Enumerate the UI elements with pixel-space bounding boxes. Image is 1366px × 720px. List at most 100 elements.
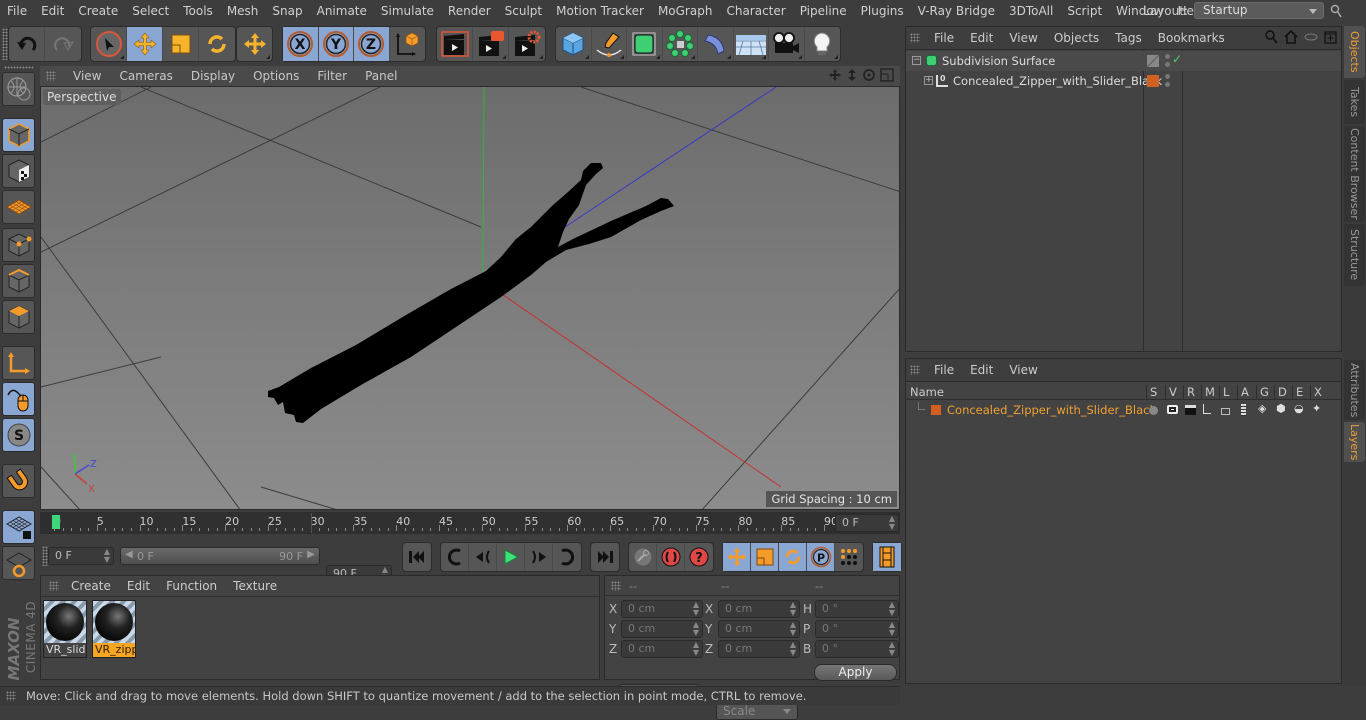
menu-character[interactable]: Character [719, 4, 792, 18]
expand-icon[interactable]: + [924, 76, 933, 85]
search-icon[interactable] [1330, 4, 1342, 18]
menu-edit[interactable]: Edit [34, 4, 71, 18]
z-axis-button[interactable]: Z [354, 27, 390, 61]
key-scale-button[interactable] [751, 543, 779, 571]
menu-create[interactable]: Create [71, 4, 125, 18]
layer-color-swatch[interactable] [931, 405, 941, 415]
material-menu-create[interactable]: Create [63, 579, 119, 593]
current-frame-spinner[interactable]: ▲ ▼ [889, 515, 895, 531]
coord-spinner[interactable]: ▲ ▼ [790, 601, 796, 617]
planar-workplane-button[interactable] [2, 546, 35, 580]
viewport-menu-display[interactable]: Display [182, 69, 244, 83]
rotate-view-icon[interactable] [862, 68, 876, 82]
coord-spinner[interactable]: ▲ ▼ [889, 641, 895, 657]
key-position-button[interactable] [723, 543, 751, 571]
object-tag-swatch[interactable] [1147, 55, 1159, 67]
add-deformer-button[interactable] [698, 27, 734, 61]
object-menu-objects[interactable]: Objects [1046, 31, 1107, 45]
snap-button[interactable]: S [2, 418, 35, 452]
coord-field[interactable]: 0 cm ▲ ▼ [621, 640, 703, 658]
material-menu-edit[interactable]: Edit [119, 579, 158, 593]
layer-column-l[interactable]: L [1219, 385, 1229, 399]
layer-column-m[interactable]: M [1201, 385, 1215, 399]
eye-filter-icon[interactable] [1304, 32, 1318, 42]
menu-plugins[interactable]: Plugins [854, 4, 911, 18]
viewport-menu-view[interactable]: View [64, 69, 110, 83]
menu-file[interactable]: File [0, 4, 34, 18]
coord-spinner[interactable]: ▲ ▼ [790, 641, 796, 657]
workplane-mode-button[interactable] [2, 190, 35, 224]
make-editable-button[interactable] [2, 72, 35, 106]
menu-motion-tracker[interactable]: Motion Tracker [549, 4, 651, 18]
viewport-menu-cameras[interactable]: Cameras [110, 69, 181, 83]
range-left-handle[interactable]: ◀ [125, 549, 133, 560]
layer-menu-view[interactable]: View [1001, 363, 1045, 377]
menu-animate[interactable]: Animate [310, 4, 374, 18]
editor-visibility-dot[interactable] [1165, 54, 1170, 59]
viewport-menu-panel[interactable]: Panel [356, 69, 406, 83]
menu-3dtoall[interactable]: 3DToAll [1002, 4, 1060, 18]
start-frame-spinner[interactable]: ▲ ▼ [104, 548, 110, 564]
render-icon[interactable] [1185, 405, 1196, 415]
live-selection-button[interactable] [91, 27, 127, 61]
object-grip[interactable] [910, 33, 920, 43]
generators-icon[interactable]: ◈ [1258, 402, 1266, 415]
object-row[interactable]: +0 Concealed_Zipper_with_Slider_Black [906, 71, 1341, 91]
material-menu-function[interactable]: Function [158, 579, 225, 593]
render-visibility-dot[interactable] [1165, 82, 1170, 87]
coord-spinner[interactable]: ▲ ▼ [693, 641, 699, 657]
coord-field[interactable]: 0 cm ▲ ▼ [718, 600, 800, 618]
coord-spinner[interactable]: ▲ ▼ [889, 621, 895, 637]
layer-column-e[interactable]: E [1292, 385, 1303, 399]
menu-mograph[interactable]: MoGraph [651, 4, 720, 18]
layout-dropdown[interactable]: Startup [1194, 2, 1324, 19]
menu-sculpt[interactable]: Sculpt [498, 4, 549, 18]
layer-row[interactable]: Concealed_Zipper_with_Slider_Black ◈ ⬢ ◒ ✦ [906, 402, 1341, 420]
coord-field[interactable]: 0 cm ▲ ▼ [718, 640, 800, 658]
object-tag-swatch[interactable] [1147, 75, 1159, 87]
timeline-window-button[interactable] [873, 543, 901, 571]
range-right-handle[interactable]: ▶ [307, 549, 315, 560]
lock-icon[interactable] [1221, 408, 1230, 415]
render-picture-viewer-button[interactable] [473, 27, 509, 61]
object-menu-edit[interactable]: Edit [962, 31, 1001, 45]
play-button[interactable] [497, 543, 525, 571]
menu-v-ray-bridge[interactable]: V-Ray Bridge [911, 4, 1002, 18]
collapse-icon[interactable]: − [912, 56, 921, 65]
coord-field[interactable]: 0 cm ▲ ▼ [621, 620, 703, 638]
render-view-button[interactable] [437, 27, 473, 61]
pan-view-icon[interactable] [828, 68, 842, 82]
status-grip[interactable] [6, 691, 16, 701]
solo-icon[interactable] [1149, 406, 1158, 415]
animation-icon[interactable] [1241, 404, 1246, 416]
motion-recording-button[interactable] [629, 543, 657, 571]
layer-column-v[interactable]: V [1165, 385, 1177, 399]
start-frame-field[interactable]: 0 F ▲ ▼ [48, 547, 114, 565]
layer-column-d[interactable]: D [1274, 385, 1287, 399]
enabled-check-icon[interactable]: ✓ [1172, 52, 1182, 66]
layer-name[interactable]: Concealed_Zipper_with_Slider_Black [947, 403, 1156, 417]
timeline-ruler[interactable]: 051015202530354045505560657075808590 0 F… [40, 512, 900, 534]
object-menu-file[interactable]: File [926, 31, 962, 45]
add-cube-button[interactable] [556, 27, 592, 61]
zoom-view-icon[interactable] [846, 68, 858, 82]
viewport-menu-filter[interactable]: Filter [308, 69, 356, 83]
side-tab-objects[interactable]: Objects [1344, 26, 1365, 78]
coord-spinner[interactable]: ▲ ▼ [889, 601, 895, 617]
object-name[interactable]: Subdivision Surface [942, 54, 1055, 68]
coordinates-grip[interactable] [611, 580, 621, 591]
coord-spinner[interactable]: ▲ ▼ [790, 621, 796, 637]
locked-workplane-button[interactable] [2, 510, 35, 544]
menu-tools[interactable]: Tools [176, 4, 220, 18]
tweak-mode-button[interactable] [2, 382, 35, 416]
object-name[interactable]: Concealed_Zipper_with_Slider_Black [953, 74, 1162, 88]
coord-field[interactable]: 0 ° ▲ ▼ [815, 620, 899, 638]
menu-select[interactable]: Select [125, 4, 176, 18]
coord-field[interactable]: 0 cm ▲ ▼ [621, 600, 703, 618]
render-visibility-dot[interactable] [1165, 62, 1170, 67]
menu-snap[interactable]: Snap [265, 4, 309, 18]
add-environment-button[interactable] [734, 27, 769, 61]
menu-mesh[interactable]: Mesh [220, 4, 266, 18]
x-axis-button[interactable]: X [283, 27, 319, 61]
record-active-objects-button[interactable] [657, 543, 685, 571]
